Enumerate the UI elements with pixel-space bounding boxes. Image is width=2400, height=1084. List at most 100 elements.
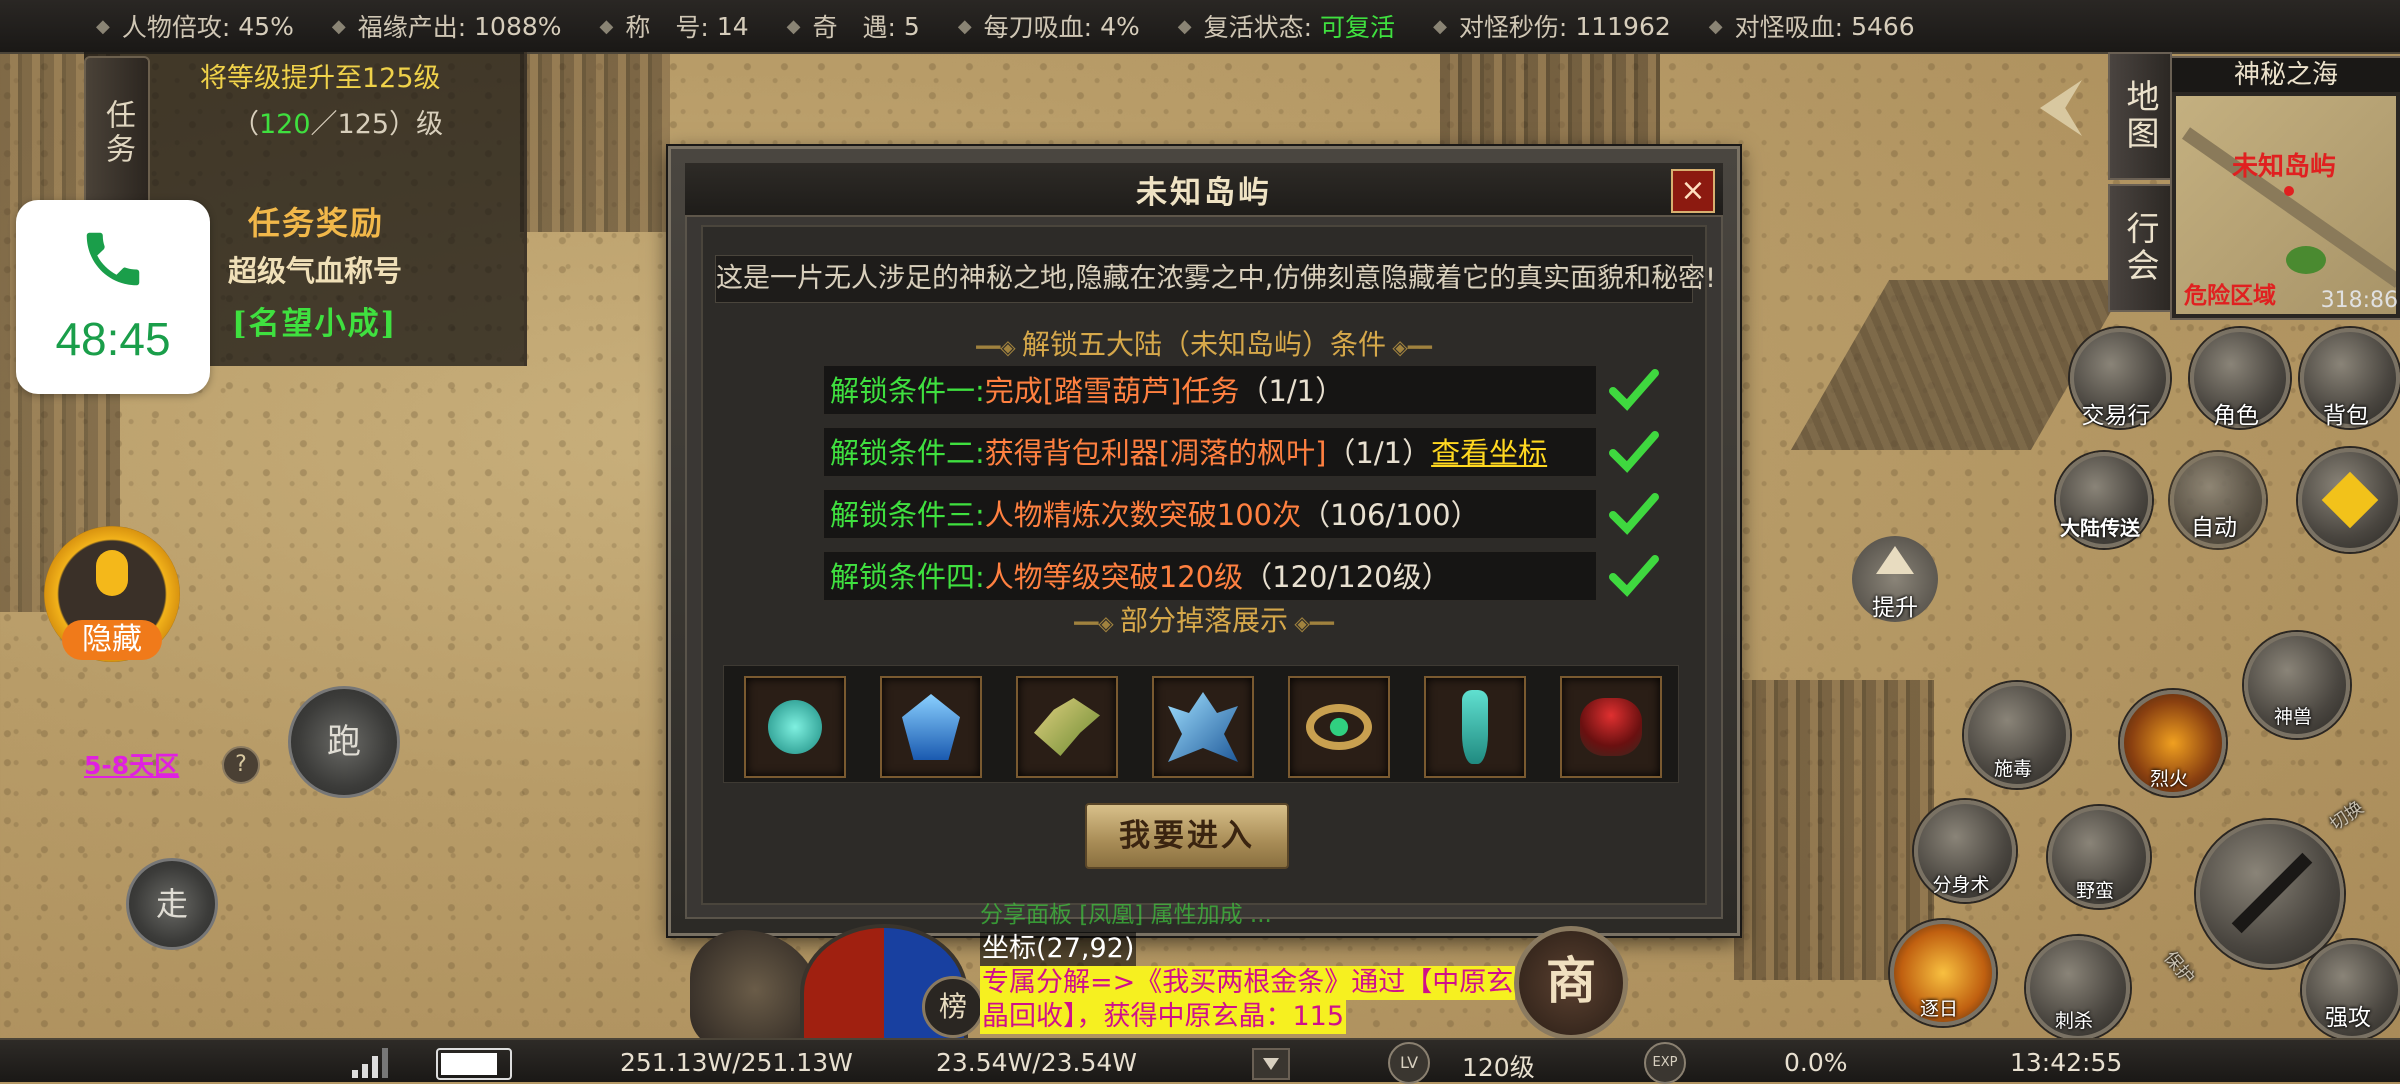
tree-marker bbox=[2286, 246, 2326, 274]
quest-reward-title: 超级气血称号 bbox=[228, 254, 403, 288]
upgrade-label: 提升 bbox=[1872, 595, 1918, 621]
map-button[interactable]: 地图 bbox=[2108, 52, 2172, 180]
check-icon bbox=[1609, 493, 1659, 535]
signal-icon bbox=[352, 1048, 388, 1078]
dialog-title: 未知岛屿 bbox=[1136, 175, 1272, 211]
red-pot-item-icon bbox=[1580, 698, 1642, 756]
minimap-view[interactable]: 未知岛屿 危险区域 bbox=[2176, 96, 2396, 314]
guild-button[interactable]: 行会 bbox=[2108, 184, 2172, 312]
chevron-down-icon bbox=[1263, 1058, 1279, 1070]
island-description: 这是一片无人涉足的神秘之地,隐藏在浓雾之中,仿佛刻意隐藏着它的真实面貌和秘密! bbox=[715, 255, 1716, 303]
hp-readout: 251.13W/251.13W bbox=[620, 1048, 853, 1077]
drop-item-slot[interactable] bbox=[744, 676, 846, 778]
player-marker bbox=[2284, 186, 2294, 196]
expel-label: 逐日 bbox=[1919, 998, 1958, 1020]
unlock-header: ━━◈ 解锁五大陆（未知岛屿）条件 ◈━━ bbox=[976, 328, 1432, 361]
expand-chevron-icon[interactable] bbox=[1252, 1048, 1290, 1080]
poison-label: 施毒 bbox=[1993, 758, 2032, 780]
run-button[interactable]: 跑 bbox=[288, 686, 400, 798]
unlock-condition-3: 解锁条件三:人物精炼次数突破100次（106/100） bbox=[823, 489, 1597, 539]
main-attack-button[interactable] bbox=[2196, 820, 2344, 968]
clone-label: 分身术 bbox=[1932, 874, 1990, 896]
savage-label: 野蛮 bbox=[2075, 880, 2114, 902]
quest-tab[interactable]: 任务 bbox=[84, 56, 150, 210]
chat-line: 专属分解=>《我买两根金条》通过【中原玄 bbox=[980, 966, 1516, 1000]
help-button[interactable]: ? bbox=[222, 746, 260, 784]
hide-label[interactable]: 隐藏 bbox=[62, 620, 162, 660]
minimap-location: 未知岛屿 bbox=[2232, 152, 2337, 182]
battery-level bbox=[441, 1053, 498, 1075]
minimap-coordinates: 318:86 bbox=[2320, 288, 2398, 313]
drop-item-slot[interactable] bbox=[1560, 676, 1662, 778]
microphone-icon bbox=[96, 550, 128, 596]
bag-label: 背包 bbox=[2323, 403, 2369, 429]
drop-item-slot[interactable] bbox=[880, 676, 982, 778]
trade-label: 交易行 bbox=[2081, 403, 2151, 429]
map-side-buttons: 地图 行会 bbox=[2108, 52, 2172, 316]
diamond-grid-icon bbox=[2321, 471, 2379, 529]
teleport-label: 大陆传送 bbox=[2060, 516, 2140, 540]
drop-items-row bbox=[723, 665, 1679, 783]
chat-line: 晶回收】，获得中原玄晶：115 bbox=[980, 1000, 1347, 1034]
enter-button[interactable]: 我要进入 bbox=[1085, 803, 1289, 869]
phone-icon bbox=[86, 232, 140, 286]
minimap[interactable]: 神秘之海 未知岛屿 危险区域 318:86 bbox=[2170, 56, 2400, 320]
emerald-ring-item-icon bbox=[1306, 704, 1372, 750]
status-bar: ◆ 人物倍攻: 45% ◆ 福缘产出: 1088% ◆ 称 号: 14 ◆ 奇 遇: 5 ◆ 每刀… bbox=[0, 0, 2400, 54]
bottom-status-bar: 251.13W/251.13W 23.54W/23.54W LV 120级 EX… bbox=[0, 1038, 2400, 1084]
drop-item-slot[interactable] bbox=[1152, 676, 1254, 778]
chat-line: 坐标(27,92) bbox=[980, 932, 1137, 966]
exp-badge: EXP bbox=[1644, 1042, 1686, 1084]
drop-item-slot[interactable] bbox=[1016, 676, 1118, 778]
jade-dragon-item-icon bbox=[1034, 698, 1100, 756]
menu-toggle-button[interactable] bbox=[2298, 448, 2400, 552]
stat-attack-multiplier: ◆ 人物倍攻: 45% bbox=[96, 11, 294, 43]
walk-button[interactable]: 走 bbox=[126, 858, 218, 950]
shop-button[interactable]: 商 bbox=[1514, 926, 1628, 1040]
unlock-condition-1: 解锁条件一:完成[踏雪葫芦]任务（1/1） bbox=[823, 365, 1597, 415]
drop-item-slot[interactable] bbox=[1424, 676, 1526, 778]
danger-zone-label: 危险区域 bbox=[2184, 283, 2276, 309]
stat-lifesteal-vs-monsters: ◆ 对怪吸血: 5466 bbox=[1708, 11, 1915, 43]
check-icon bbox=[1609, 555, 1659, 597]
ice-wing-item-icon bbox=[1168, 692, 1238, 762]
server-zone-link[interactable]: 5-8天区 bbox=[84, 746, 179, 782]
jade-vase-item-icon bbox=[1462, 690, 1488, 764]
fire-label: 烈火 bbox=[2149, 768, 2188, 790]
chat-log[interactable]: 分享面板 [凤凰] 属性加成 ... 坐标(27,92) 专属分解=>《我买两根… bbox=[980, 902, 1516, 1034]
quest-progress: （120／125）级 bbox=[232, 109, 444, 140]
blue-crystal-item-icon bbox=[902, 694, 960, 760]
character-label: 角色 bbox=[2213, 403, 2259, 429]
stat-dps-vs-monsters: ◆ 对怪秒伤: 111962 bbox=[1433, 11, 1671, 43]
beast-label: 神兽 bbox=[2273, 706, 2312, 728]
stat-fortune-output: ◆ 福缘产出: 1088% bbox=[331, 11, 562, 43]
close-button[interactable]: × bbox=[1671, 169, 1715, 213]
slay-label: 刺杀 bbox=[2054, 1010, 2093, 1032]
check-icon bbox=[1609, 431, 1659, 473]
mp-readout: 23.54W/23.54W bbox=[936, 1048, 1138, 1077]
drop-item-slot[interactable] bbox=[1288, 676, 1390, 778]
stat-revive-status: ◆ 复活状态: 可复活 bbox=[1177, 13, 1396, 42]
level-badge: LV bbox=[1388, 1042, 1430, 1084]
quest-reward-header: 任务奖励 bbox=[248, 204, 385, 242]
attack-label: 强攻 bbox=[2325, 1005, 2371, 1031]
battery-icon bbox=[436, 1048, 512, 1080]
level-readout: 120级 bbox=[1462, 1053, 1535, 1082]
check-icon bbox=[1609, 369, 1659, 411]
call-overlay[interactable]: 48:45 bbox=[16, 200, 210, 394]
stat-lifesteal: ◆ 每刀吸血: 4% bbox=[957, 11, 1140, 43]
sword-icon bbox=[2231, 852, 2313, 934]
unlock-condition-2: 解锁条件二:获得背包利器[凋落的枫叶]（1/1）查看坐标 bbox=[823, 427, 1597, 477]
minimap-area-name: 神秘之海 bbox=[2172, 58, 2400, 92]
chat-line: 分享面板 [凤凰] 属性加成 ... bbox=[980, 902, 1272, 928]
stat-titles: ◆ 称 号: 14 bbox=[599, 11, 749, 43]
clock: 13:42:55 bbox=[2010, 1048, 2123, 1077]
view-coordinates-link[interactable]: 查看坐标 bbox=[1431, 436, 1547, 470]
quest-goal: 将等级提升至125级 bbox=[200, 63, 441, 94]
auto-label: 自动 bbox=[2191, 515, 2237, 541]
unlock-condition-4: 解锁条件四:人物等级突破120级（120/120级） bbox=[823, 551, 1597, 601]
ranking-button[interactable]: 榜 bbox=[922, 976, 984, 1038]
quest-reward-name: [名望小成] bbox=[232, 306, 398, 342]
call-duration: 48:45 bbox=[55, 313, 171, 365]
voice-button[interactable]: 隐藏 bbox=[44, 526, 180, 662]
